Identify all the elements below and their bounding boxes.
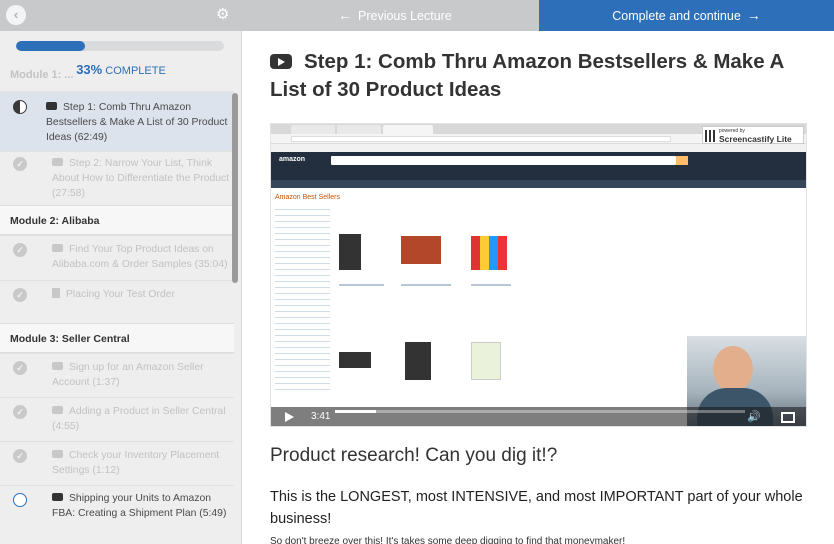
amazon-search-box: [331, 156, 676, 165]
lecture-title: Find Your Top Product Ideas on Alibaba.c…: [52, 244, 228, 270]
sidebar-scrollbar[interactable]: [232, 93, 238, 283]
badge-line2: Screencastify Lite: [719, 134, 792, 144]
course-sidebar: 33% COMPLETE Module 1: ... Step 1: Comb …: [0, 31, 242, 544]
lecture-item[interactable]: Step 1: Comb Thru Amazon Bestsellers & M…: [0, 91, 234, 151]
video-controls: 3:41 🔊: [271, 407, 806, 426]
product-thumbnail: [471, 236, 507, 270]
arrow-right-icon: →: [746, 7, 761, 23]
video-icon: [52, 450, 63, 458]
volume-icon[interactable]: 🔊: [747, 410, 761, 423]
progress-label: COMPLETE: [105, 65, 166, 77]
video-icon: [52, 158, 63, 166]
play-icon[interactable]: [285, 412, 294, 422]
product-thumbnail: [405, 342, 431, 380]
product-thumbnail: [471, 342, 501, 380]
lecture-content: Step 1: Comb Thru Amazon Bestsellers & M…: [243, 31, 834, 544]
arrow-left-icon: ←: [338, 7, 352, 23]
lecture-item[interactable]: ✓ Placing Your Test Order: [0, 280, 234, 316]
lecture-title: Check your Inventory Placement Settings …: [52, 450, 220, 476]
lecture-title: Step 1: Comb Thru Amazon Bestsellers & M…: [46, 102, 228, 143]
course-progress-bar: [16, 41, 224, 51]
screencastify-logo-icon: [705, 130, 717, 142]
completed-check-icon: ✓: [13, 288, 27, 302]
fullscreen-icon[interactable]: [781, 412, 795, 423]
product-thumbnail: [339, 234, 361, 270]
lecture-title: Sign up for an Amazon Seller Account (1:…: [52, 362, 204, 388]
video-icon: [270, 54, 292, 69]
back-icon[interactable]: ‹: [6, 5, 26, 25]
lecture-item[interactable]: Shipping your Units to Amazon FBA: Creat…: [0, 485, 234, 531]
progress-percent: 33%: [76, 62, 103, 77]
course-progress-fill: [16, 41, 85, 51]
complete-and-continue-button[interactable]: Complete and continue →: [539, 0, 834, 31]
video-bookmarks-bar: [271, 144, 806, 152]
lecture-item[interactable]: ✓ Step 2: Narrow Your List, Think About …: [0, 151, 234, 199]
section-heading: Product research! Can you dig it!?: [270, 445, 558, 466]
lecture-title: Adding a Product in Seller Central (4:55…: [52, 406, 226, 432]
video-player[interactable]: powered by Screencastify Lite amazon Ama…: [270, 123, 807, 427]
lecture-title: Shipping your Units to Amazon FBA: Creat…: [52, 493, 227, 519]
lecture-title-heading: Step 1: Comb Thru Amazon Bestsellers & M…: [270, 50, 784, 101]
completed-check-icon: ✓: [13, 361, 27, 375]
top-bar: ‹ ⚙ ← Previous Lecture Complete and conti…: [0, 0, 834, 31]
product-thumbnail: [339, 352, 371, 368]
incomplete-circle-icon: [13, 493, 27, 507]
product-thumbnail: [401, 236, 441, 264]
amazon-logo: amazon: [279, 156, 306, 163]
video-seek-bar[interactable]: [335, 410, 745, 413]
lecture-item[interactable]: ✓ Find Your Top Product Ideas on Alibaba…: [0, 235, 234, 280]
previous-lecture-button[interactable]: ← Previous Lecture: [338, 0, 452, 31]
completed-check-icon: ✓: [13, 243, 27, 257]
bestsellers-title: Amazon Best Sellers: [275, 194, 340, 201]
lecture-title: Step 2: Narrow Your List, Think About Ho…: [52, 158, 230, 199]
amazon-search-icon: [676, 156, 688, 165]
video-icon: [52, 362, 63, 370]
video-icon: [52, 406, 63, 414]
previous-lecture-label: Previous Lecture: [358, 9, 452, 23]
lecture-title: Placing Your Test Order: [52, 287, 232, 302]
half-complete-icon: [13, 100, 27, 114]
lecture-item[interactable]: ✓ Adding a Product in Seller Central (4:…: [0, 397, 234, 441]
amazon-subnav: [271, 180, 806, 188]
video-icon: [52, 493, 63, 501]
category-list: [275, 204, 330, 394]
video-icon: [52, 244, 63, 252]
gear-icon[interactable]: ⚙: [216, 6, 229, 24]
module-heading-faded: Module 1: ...: [10, 69, 74, 81]
completed-check-icon: ✓: [13, 405, 27, 419]
document-icon: [52, 288, 60, 298]
module-heading: Module 3: Seller Central: [0, 323, 234, 353]
video-icon: [46, 102, 57, 110]
video-time: 3:41: [311, 411, 331, 422]
amazon-header: amazon: [271, 152, 806, 180]
completed-check-icon: ✓: [13, 157, 27, 171]
screencastify-badge: powered by Screencastify Lite: [702, 126, 804, 144]
body-paragraph-cutoff: So don't breeze over this! It's takes so…: [270, 536, 626, 544]
lecture-item[interactable]: ✓ Check your Inventory Placement Setting…: [0, 441, 234, 485]
module-heading: Module 2: Alibaba: [0, 205, 234, 235]
body-paragraph: This is the LONGEST, most INTENSIVE, and…: [270, 489, 803, 527]
lecture-item[interactable]: ✓ Sign up for an Amazon Seller Account (…: [0, 353, 234, 397]
complete-and-continue-label: Complete and continue: [612, 9, 741, 23]
completed-check-icon: ✓: [13, 449, 27, 463]
